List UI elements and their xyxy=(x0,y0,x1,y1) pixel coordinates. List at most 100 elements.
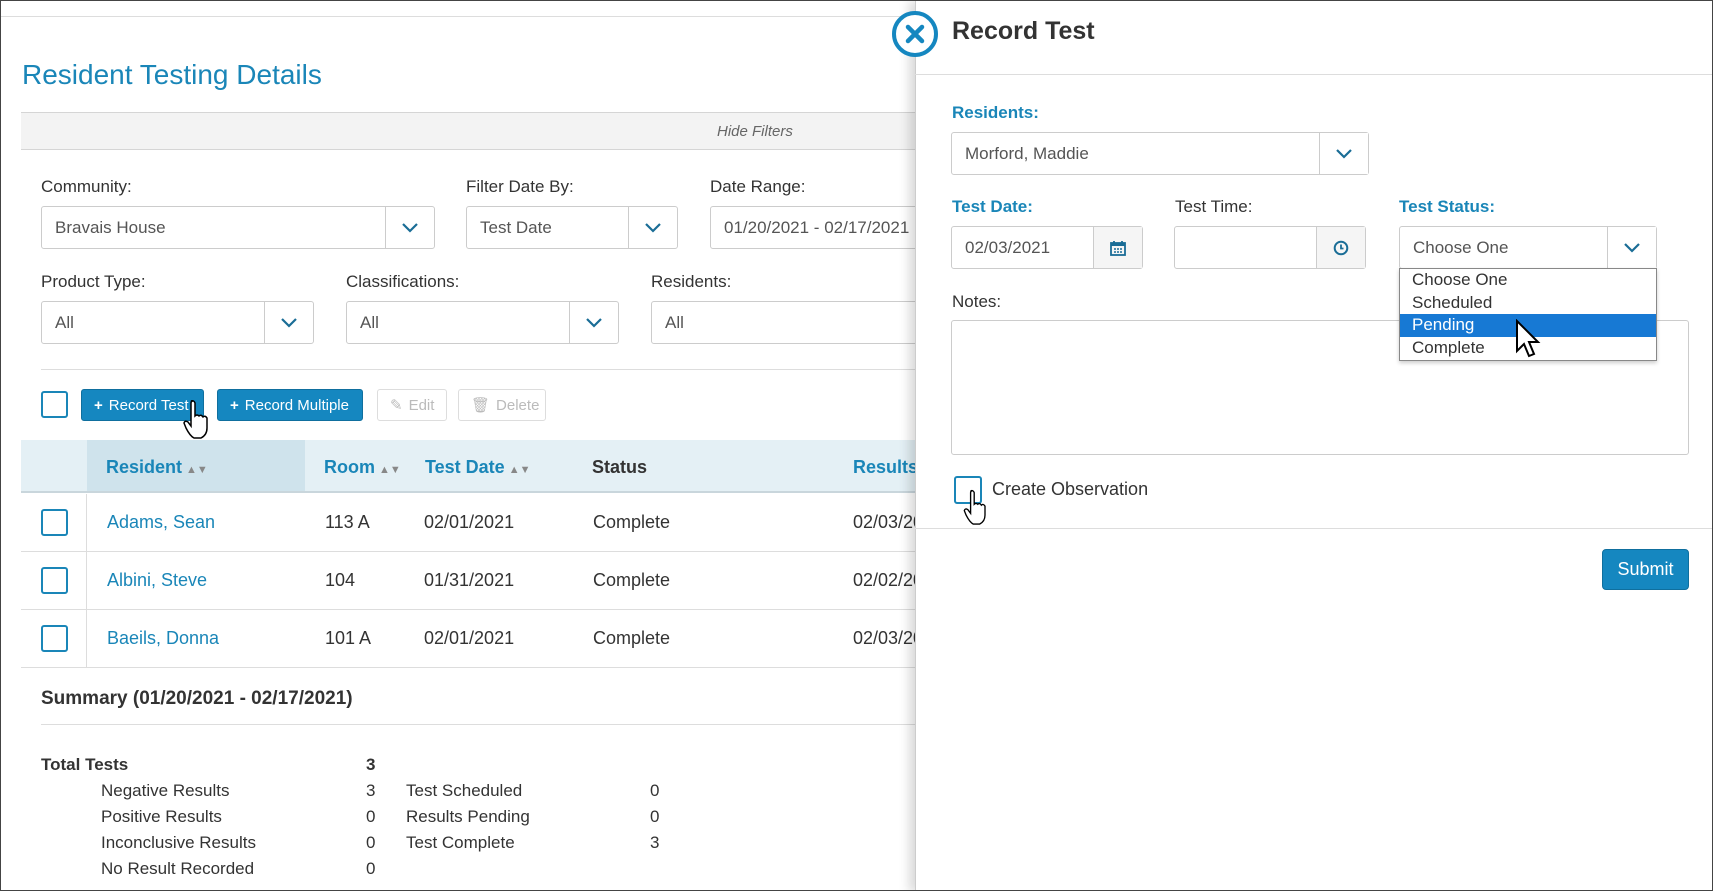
panel-title: Record Test xyxy=(952,17,1095,45)
divider xyxy=(915,528,1712,529)
results-cell: 02/03/20 xyxy=(853,628,924,648)
summary-label: Inconclusive Results xyxy=(101,833,256,852)
test-date-input[interactable]: 02/03/2021 xyxy=(951,226,1143,269)
room-cell: 101 A xyxy=(325,628,372,648)
resident-link[interactable]: Baeils, Donna xyxy=(107,628,219,649)
column-header-test-date[interactable]: Test Date ▲▼ xyxy=(425,457,530,478)
product-type-label: Product Type: xyxy=(41,272,146,291)
test-date-cell: 01/31/2021 xyxy=(424,570,515,590)
summary-label: Positive Results xyxy=(101,807,222,826)
test-date-cell: 02/01/2021 xyxy=(424,512,515,532)
close-button[interactable] xyxy=(892,11,938,57)
community-select[interactable]: Bravais House xyxy=(41,206,435,249)
date-range-value: 01/20/2021 - 02/17/2021 xyxy=(724,218,910,237)
row-checkbox[interactable] xyxy=(41,625,68,652)
column-header-label: Test Date xyxy=(425,457,505,477)
status-cell: Complete xyxy=(593,512,671,532)
column-header-resident[interactable]: Resident ▲▼ xyxy=(106,457,208,478)
test-status-value: Choose One xyxy=(1413,238,1509,257)
summary-label: Test Scheduled xyxy=(406,781,523,800)
summary-title: Summary (01/20/2021 - 02/17/2021) xyxy=(41,688,353,709)
summary-value: 0 xyxy=(650,781,660,800)
arrow-cursor-icon xyxy=(1516,319,1541,358)
clock-icon[interactable] xyxy=(1316,227,1365,268)
classifications-select[interactable]: All xyxy=(346,301,619,344)
results-cell: 02/02/20 xyxy=(853,570,924,590)
status-cell: Complete xyxy=(593,628,671,648)
column-header-status: Status xyxy=(592,457,648,477)
test-time-input[interactable] xyxy=(1174,226,1366,269)
column-header-room[interactable]: Room ▲▼ xyxy=(324,457,401,478)
community-value: Bravais House xyxy=(55,218,166,237)
chevron-down-icon[interactable] xyxy=(264,302,313,343)
room-cell: 113 A xyxy=(325,512,370,532)
classifications-value: All xyxy=(360,313,379,332)
column-header-results[interactable]: Results xyxy=(853,457,918,478)
residents-filter-select[interactable]: All xyxy=(651,301,931,344)
row-checkbox[interactable] xyxy=(41,567,68,594)
table-row: Baeils, Donna 101 A 02/01/2021 Complete … xyxy=(21,610,924,668)
summary-label: Negative Results xyxy=(101,781,230,800)
test-date-cell: 02/01/2021 xyxy=(424,628,515,648)
summary-label: Test Complete xyxy=(406,833,515,852)
edit-button[interactable]: ✎ Edit xyxy=(377,389,447,421)
resident-link[interactable]: Albini, Steve xyxy=(107,570,207,591)
chevron-down-icon[interactable] xyxy=(1607,227,1656,268)
plus-icon: + xyxy=(94,396,103,414)
trash-icon: 🗑 xyxy=(471,397,491,414)
status-option[interactable]: Scheduled xyxy=(1400,292,1656,315)
chevron-down-icon[interactable] xyxy=(385,207,434,248)
results-cell: 02/03/20 xyxy=(853,512,924,532)
filter-date-by-label: Filter Date By: xyxy=(466,177,574,196)
classifications-label: Classifications: xyxy=(346,272,460,291)
delete-label: Delete xyxy=(496,396,540,414)
pencil-icon: ✎ xyxy=(390,397,403,414)
residents-value: Morford, Maddie xyxy=(965,144,1089,163)
record-multiple-button[interactable]: + Record Multiple xyxy=(217,389,363,421)
sort-icon: ▲▼ xyxy=(508,464,531,476)
resident-link[interactable]: Adams, Sean xyxy=(107,512,215,533)
residents-select[interactable]: Morford, Maddie xyxy=(951,132,1369,175)
delete-button[interactable]: 🗑 Delete xyxy=(458,389,546,421)
calendar-icon[interactable] xyxy=(1093,227,1142,268)
chevron-down-icon[interactable] xyxy=(628,207,677,248)
summary-label: Results Pending xyxy=(406,807,530,826)
app-window: Resident Testing Details Hide Filters Co… xyxy=(0,0,1713,891)
edit-label: Edit xyxy=(408,396,435,414)
room-cell: 104 xyxy=(325,570,356,590)
summary-value: 3 xyxy=(366,781,376,800)
product-type-select[interactable]: All xyxy=(41,301,314,344)
chevron-down-icon[interactable] xyxy=(1319,133,1368,174)
chevron-down-icon[interactable] xyxy=(569,302,618,343)
hand-cursor-icon xyxy=(183,400,208,439)
select-all-checkbox[interactable] xyxy=(41,391,68,418)
status-option[interactable]: Choose One xyxy=(1400,269,1656,292)
hide-filters-link[interactable]: Hide Filters xyxy=(717,123,793,140)
notes-label: Notes: xyxy=(952,292,1002,311)
submit-button[interactable]: Submit xyxy=(1602,549,1689,590)
product-type-value: All xyxy=(55,313,74,332)
hand-cursor-icon xyxy=(963,489,986,525)
test-date-label: Test Date: xyxy=(952,197,1033,216)
status-cell: Complete xyxy=(593,570,671,590)
column-header-label: Resident xyxy=(106,457,183,477)
sort-icon: ▲▼ xyxy=(379,464,401,476)
create-observation-label: Create Observation xyxy=(992,479,1149,499)
table-row: Albini, Steve 104 01/31/2021 Complete 02… xyxy=(21,552,924,610)
summary-value: 0 xyxy=(366,807,376,826)
date-range-label: Date Range: xyxy=(710,177,806,196)
summary-value: 0 xyxy=(366,833,376,852)
summary-value: 0 xyxy=(650,807,660,826)
table-row: Adams, Sean 113 A 02/01/2021 Complete 02… xyxy=(21,494,924,552)
residents-label: Residents: xyxy=(952,103,1039,122)
test-time-label: Test Time: xyxy=(1175,197,1253,216)
divider xyxy=(915,74,1712,75)
plus-icon: + xyxy=(230,396,239,414)
row-checkbox[interactable] xyxy=(41,509,68,536)
summary-label: No Result Recorded xyxy=(101,859,255,878)
filter-date-by-select[interactable]: Test Date xyxy=(466,206,678,249)
record-multiple-label: Record Multiple xyxy=(244,396,349,414)
close-icon xyxy=(905,24,925,44)
date-range-input[interactable]: 01/20/2021 - 02/17/2021 xyxy=(710,206,930,249)
test-status-select[interactable]: Choose One xyxy=(1399,226,1657,269)
